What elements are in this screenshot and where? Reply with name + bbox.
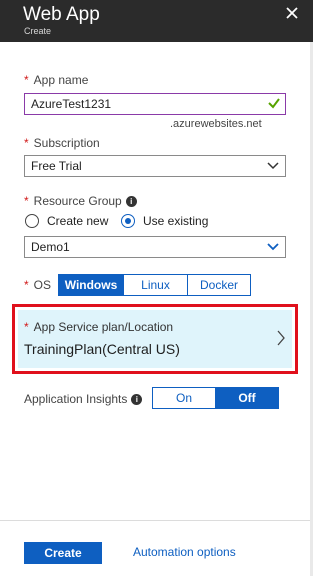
create-new-radio[interactable]: [25, 214, 39, 228]
create-button[interactable]: Create: [24, 542, 102, 564]
os-option-windows[interactable]: Windows: [58, 274, 124, 296]
checkmark-icon: [268, 98, 280, 109]
info-icon[interactable]: i: [125, 196, 137, 208]
chevron-down-icon: [267, 162, 279, 170]
blade-subtitle: Create: [24, 26, 52, 36]
os-option-docker[interactable]: Docker: [187, 274, 251, 296]
subscription-select[interactable]: Free Trial: [24, 155, 286, 177]
panel-edge: [310, 42, 313, 576]
os-label: * OS: [24, 278, 52, 292]
blade-title: Web App: [23, 4, 100, 25]
chevron-down-icon: [267, 243, 279, 251]
subscription-label: * Subscription: [24, 136, 100, 150]
close-icon[interactable]: [281, 2, 303, 24]
resource-group-label: * Resource Group i: [24, 194, 137, 208]
app-insights-on[interactable]: On: [152, 387, 216, 409]
os-option-linux[interactable]: Linux: [123, 274, 188, 296]
use-existing-radio[interactable]: [121, 214, 135, 228]
footer-divider: [0, 520, 310, 521]
create-new-label: Create new: [47, 214, 109, 228]
app-name-label: * App name: [24, 73, 89, 87]
info-icon[interactable]: i: [131, 394, 143, 406]
app-insights-off[interactable]: Off: [215, 387, 279, 409]
blade-header: Web App Create: [0, 0, 313, 42]
use-existing-label: Use existing: [143, 214, 209, 228]
app-insights-label: Application Insights i: [24, 392, 143, 406]
app-name-suffix: .azurewebsites.net: [170, 118, 262, 130]
app-name-input[interactable]: AzureTest1231: [24, 93, 286, 115]
automation-options-link[interactable]: Automation options: [133, 545, 236, 559]
highlight-box: [12, 304, 298, 374]
resource-group-select[interactable]: Demo1: [24, 236, 286, 258]
